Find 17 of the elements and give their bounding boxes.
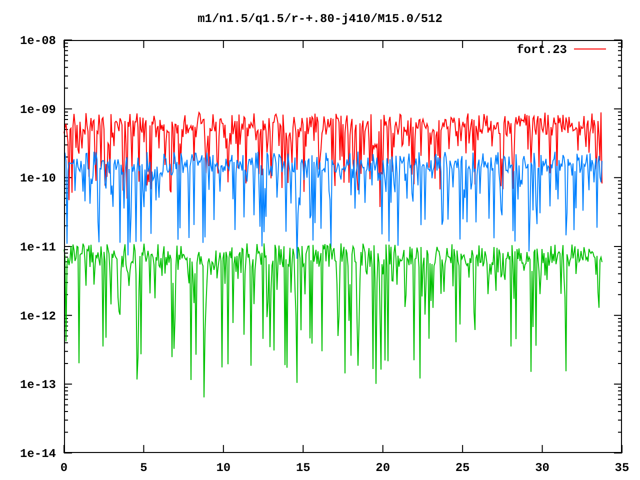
x-tick-label: 25 (455, 461, 470, 475)
x-tick-label: 5 (140, 461, 148, 475)
x-tick-label: 0 (60, 461, 68, 475)
x-tick-label: 30 (535, 461, 550, 475)
y-tick-label: 1e-14 (20, 447, 56, 461)
chart-title: m1/n1.5/q1.5/r-+.80-j410/M15.0/512 (198, 12, 442, 26)
y-tick-label: 1e-09 (20, 102, 56, 117)
x-tick-label: 15 (296, 461, 310, 475)
y-tick-label: 1e-11 (20, 240, 56, 254)
x-tick-label: 20 (376, 461, 390, 475)
x-tick-label: 10 (216, 461, 231, 475)
y-tick-label: 1e-13 (20, 378, 56, 392)
y-tick-label: 1e-08 (20, 34, 56, 48)
x-tick-label: 35 (614, 461, 630, 475)
y-tick-label: 1e-10 (20, 172, 56, 186)
legend-label: fort.23 (516, 43, 567, 57)
y-tick-label: 1e-12 (20, 309, 56, 324)
